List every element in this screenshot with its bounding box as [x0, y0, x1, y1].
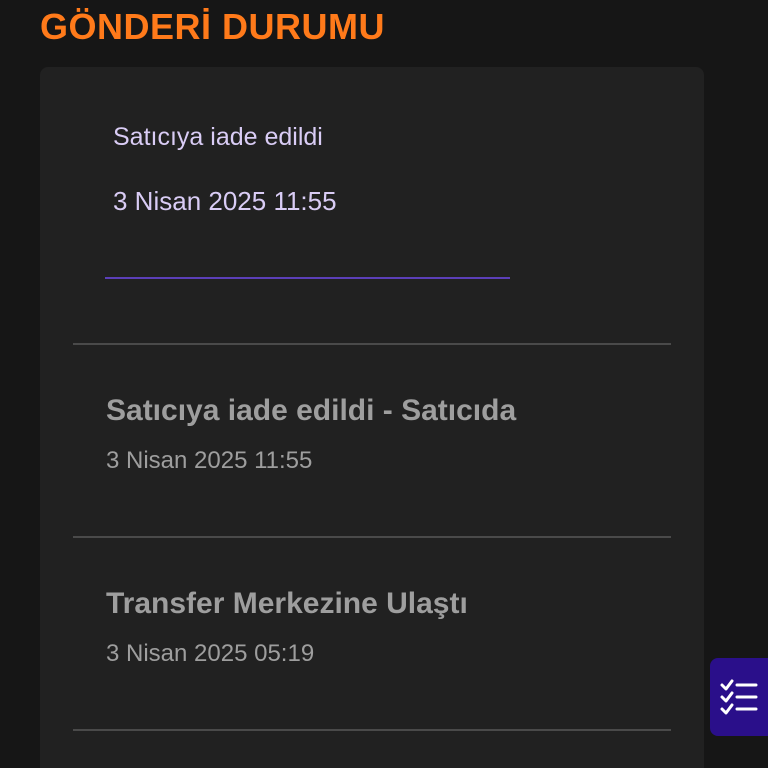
shipment-status-card: Satıcıya iade edildi 3 Nisan 2025 11:55 …	[40, 67, 704, 768]
history-item-status: Transfer Merkezine Ulaştı	[106, 587, 468, 620]
divider	[73, 343, 671, 345]
divider	[73, 729, 671, 731]
history-item-date: 3 Nisan 2025 11:55	[106, 447, 313, 474]
history-item: Satıcıya iade edildi - Satıcıda 3 Nisan …	[106, 393, 516, 475]
history-item-status: Satıcıya iade edildi - Satıcıda	[106, 394, 517, 427]
checklist-button[interactable]	[710, 658, 768, 736]
history-item-date: 3 Nisan 2025 05:19	[106, 640, 315, 667]
page-title: GÖNDERİ DURUMU	[40, 6, 385, 47]
history-item: Transfer Merkezine Ulaştı 3 Nisan 2025 0…	[106, 586, 468, 668]
current-status-date: 3 Nisan 2025 11:55	[113, 186, 337, 216]
checklist-icon	[720, 679, 758, 715]
divider	[73, 536, 671, 538]
current-status-underline	[105, 277, 510, 279]
current-status: Satıcıya iade edildi 3 Nisan 2025 11:55	[113, 121, 337, 216]
page: GÖNDERİ DURUMU Satıcıya iade edildi 3 Ni…	[0, 0, 768, 768]
current-status-text: Satıcıya iade edildi	[113, 123, 323, 151]
